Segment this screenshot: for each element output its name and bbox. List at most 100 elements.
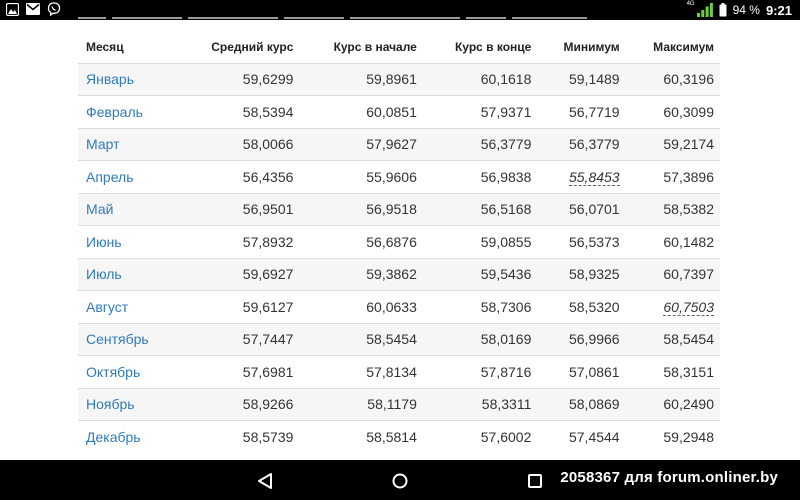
cell-end: 57,8716 xyxy=(422,355,538,388)
cell-max: 58,3151 xyxy=(625,355,720,388)
cell-average: 56,4356 xyxy=(177,160,300,193)
cell-average: 58,5394 xyxy=(177,95,300,128)
cell-max: 60,1482 xyxy=(625,225,720,258)
month-link[interactable]: Март xyxy=(78,127,178,161)
table-header-row: Месяц Средний курс Курс в начале Курс в … xyxy=(78,31,720,63)
month-link[interactable]: Ноябрь xyxy=(78,387,178,421)
watermark: 2058367 для forum.onliner.by xyxy=(560,469,778,486)
month-link[interactable]: Февраль xyxy=(78,95,178,128)
cell-end: 59,0855 xyxy=(422,225,538,258)
cell-max: 60,3196 xyxy=(625,62,720,96)
home-circle-icon[interactable] xyxy=(389,470,411,492)
battery-icon xyxy=(719,3,727,17)
cell-end: 57,6002 xyxy=(422,420,538,453)
cell-start: 60,0851 xyxy=(299,95,423,128)
cell-average: 57,7447 xyxy=(177,322,300,356)
back-triangle-icon[interactable] xyxy=(254,470,276,492)
recent-apps-square-icon[interactable] xyxy=(524,470,546,492)
cell-min: 58,0869 xyxy=(537,387,626,421)
signal-strength-icon xyxy=(696,3,713,17)
header-max: Максимум xyxy=(653,39,714,54)
cell-start: 55,9606 xyxy=(299,160,423,193)
annual-max-value: 60,7503 xyxy=(663,298,714,316)
status-indicators: 4G 94 % 9:21 xyxy=(687,0,792,20)
cell-start: 56,6876 xyxy=(299,225,423,258)
cell-max: 57,3896 xyxy=(625,160,720,193)
cell-min: 57,4544 xyxy=(537,420,626,453)
cell-min: 55,8453 xyxy=(537,160,626,193)
month-link[interactable]: Май xyxy=(78,192,178,226)
notification-icons xyxy=(6,2,61,16)
header-end: Курс в конце xyxy=(454,39,532,54)
network-type: 4G xyxy=(686,1,695,7)
cell-end: 59,5436 xyxy=(422,257,538,291)
table-row: Июнь 57,8932 56,6876 59,0855 56,5373 60,… xyxy=(78,225,720,258)
cell-min: 59,1489 xyxy=(537,62,626,96)
month-link[interactable]: Сентябрь xyxy=(78,322,178,356)
table-row: Август 59,6127 60,0633 58,7306 58,5320 6… xyxy=(78,290,720,323)
cell-end: 58,3311 xyxy=(422,387,538,421)
clock: 9:21 xyxy=(765,2,792,18)
cell-min: 56,7719 xyxy=(537,95,626,128)
image-notification-icon xyxy=(6,2,19,16)
cell-max: 59,2948 xyxy=(625,420,720,453)
cell-start: 59,3862 xyxy=(299,257,423,291)
header-start: Курс в начале xyxy=(333,39,417,54)
cell-start: 57,8134 xyxy=(299,355,423,388)
cell-start: 59,8961 xyxy=(299,62,423,96)
cell-average: 59,6127 xyxy=(177,290,300,323)
cell-end: 56,9838 xyxy=(422,160,538,193)
gmail-icon xyxy=(26,3,40,15)
month-link[interactable]: Август xyxy=(78,290,178,323)
cell-start: 58,5814 xyxy=(299,420,423,453)
cell-max: 60,3099 xyxy=(625,95,720,128)
navigation-bar: 2058367 для forum.onliner.by xyxy=(0,460,800,500)
cell-start: 56,9518 xyxy=(299,192,423,226)
month-link[interactable]: Апрель xyxy=(78,160,178,193)
cell-end: 58,0169 xyxy=(422,322,538,356)
table-row: Декабрь 58,5739 58,5814 57,6002 57,4544 … xyxy=(78,420,720,453)
cell-average: 58,9266 xyxy=(177,387,300,421)
exchange-rates-table: Месяц Средний курс Курс в начале Курс в … xyxy=(78,31,720,453)
month-link[interactable]: Июль xyxy=(78,257,178,291)
cell-max: 58,5454 xyxy=(625,322,720,356)
cell-end: 60,1618 xyxy=(422,62,538,96)
cell-start: 60,0633 xyxy=(299,290,423,323)
cell-average: 59,6927 xyxy=(177,257,300,291)
month-link[interactable]: Январь xyxy=(78,62,178,96)
table-row: Апрель 56,4356 55,9606 56,9838 55,8453 5… xyxy=(78,160,720,193)
cell-min: 56,0701 xyxy=(537,192,626,226)
cell-start: 58,1179 xyxy=(299,387,423,421)
cell-average: 57,6981 xyxy=(177,355,300,388)
cell-average: 58,5739 xyxy=(177,420,300,453)
month-link[interactable]: Октябрь xyxy=(78,355,178,388)
header-average: Средний курс xyxy=(211,39,294,54)
battery-percent: 94 % xyxy=(732,3,760,17)
cell-min: 56,3779 xyxy=(537,127,626,161)
cell-min: 56,5373 xyxy=(537,225,626,258)
annual-min-value: 55,8453 xyxy=(568,168,620,186)
cell-start: 58,5454 xyxy=(299,322,423,356)
table-row: Ноябрь 58,9266 58,1179 58,3311 58,0869 6… xyxy=(78,387,720,421)
header-min: Минимум xyxy=(563,39,620,54)
cell-max: 58,5382 xyxy=(625,192,720,226)
table-row: Март 58,0066 57,9627 56,3779 56,3779 59,… xyxy=(78,127,720,161)
cell-average: 56,9501 xyxy=(177,192,300,226)
cell-start: 57,9627 xyxy=(299,127,423,161)
table-row: Сентябрь 57,7447 58,5454 58,0169 56,9966… xyxy=(78,322,720,356)
cell-end: 58,7306 xyxy=(422,290,538,323)
month-link[interactable]: Июнь xyxy=(78,225,178,258)
cell-average: 59,6299 xyxy=(177,62,300,96)
table-row: Февраль 58,5394 60,0851 57,9371 56,7719 … xyxy=(78,95,720,128)
table-row: Июль 59,6927 59,3862 59,5436 58,9325 60,… xyxy=(78,257,720,291)
cell-end: 56,3779 xyxy=(422,127,538,161)
cell-max: 60,7397 xyxy=(625,257,720,291)
cell-min: 58,5320 xyxy=(537,290,626,323)
cell-min: 58,9325 xyxy=(537,257,626,291)
table-row: Октябрь 57,6981 57,8134 57,8716 57,0861 … xyxy=(78,355,720,388)
cell-average: 57,8932 xyxy=(177,225,300,258)
cell-min: 57,0861 xyxy=(537,355,626,388)
table-row: Январь 59,6299 59,8961 60,1618 59,1489 6… xyxy=(78,62,720,96)
month-link[interactable]: Декабрь xyxy=(78,420,178,453)
cell-max: 60,2490 xyxy=(625,387,720,421)
